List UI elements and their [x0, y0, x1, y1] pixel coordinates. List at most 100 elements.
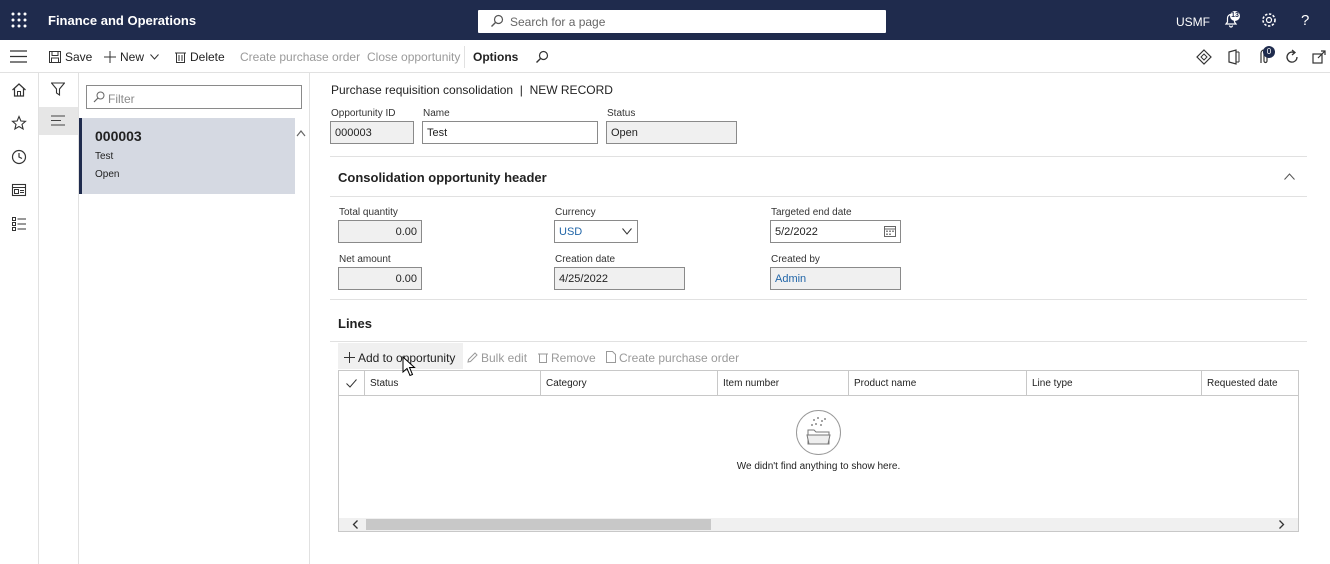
workspaces-icon[interactable]	[11, 182, 27, 198]
empty-state-message: We didn't find anything to show here.	[736, 461, 901, 472]
empty-folder-icon	[796, 410, 841, 455]
calendar-icon[interactable]	[884, 225, 896, 237]
bulk-edit-label: Bulk edit	[481, 351, 528, 365]
plus-icon	[104, 51, 116, 63]
creation-date-label: Creation date	[555, 254, 616, 265]
modules-list-icon[interactable]	[11, 216, 27, 232]
currency-value: USD	[559, 226, 583, 238]
settings-gear-icon[interactable]	[1260, 11, 1278, 29]
lines-title[interactable]: Lines	[338, 316, 372, 331]
column-header-status[interactable]: Status	[365, 371, 541, 396]
filter-input[interactable]: Filter	[86, 85, 302, 109]
search-icon	[93, 91, 105, 103]
column-header-requested-date[interactable]: Requested date	[1202, 371, 1298, 396]
create-purchase-order-button[interactable]: Create purchase order	[240, 50, 360, 64]
section-divider	[330, 299, 1307, 300]
attachment-count-badge: 0	[1263, 46, 1275, 58]
trash-icon	[175, 52, 186, 63]
targeted-end-date-label: Targeted end date	[771, 207, 852, 218]
column-header-product-name[interactable]: Product name	[849, 371, 1027, 396]
column-header-category[interactable]: Category	[541, 371, 718, 396]
save-button[interactable]: Save	[49, 50, 92, 64]
action-pane: Save New Delete Create purchase order Cl…	[0, 40, 1330, 73]
column-header-line-type[interactable]: Line type	[1027, 371, 1202, 396]
recent-clock-icon[interactable]	[11, 149, 27, 165]
details-pane: Purchase requisition consolidation | NEW…	[310, 73, 1330, 564]
app-launcher-icon[interactable]	[10, 11, 28, 29]
chevron-down-icon	[622, 228, 632, 235]
list-lines-icon	[51, 115, 65, 126]
close-opportunity-button[interactable]: Close opportunity	[367, 50, 460, 64]
name-field[interactable]: Test	[422, 121, 598, 144]
grid-header: Status Category Item number Product name…	[339, 371, 1298, 396]
creation-date-field[interactable]: 4/25/2022	[554, 267, 685, 290]
scroll-up-chevron-icon[interactable]	[296, 129, 306, 137]
checkmark-icon	[346, 379, 357, 388]
bulk-edit-button[interactable]: Bulk edit	[467, 351, 527, 365]
chevron-up-icon[interactable]	[1284, 173, 1295, 180]
document-icon	[606, 351, 616, 363]
created-by-label: Created by	[771, 254, 820, 265]
net-amount-field[interactable]: 0.00	[338, 267, 422, 290]
page-search-input[interactable]: Search for a page	[478, 10, 886, 33]
save-icon	[49, 51, 61, 63]
open-new-window-icon[interactable]	[1312, 49, 1326, 65]
created-by-field[interactable]: Admin	[770, 267, 901, 290]
delete-button[interactable]: Delete	[175, 50, 225, 64]
list-item[interactable]: 000003 Test Open	[79, 118, 295, 194]
refresh-icon[interactable]	[1284, 49, 1300, 65]
search-icon	[491, 14, 504, 27]
name-label: Name	[423, 108, 450, 119]
home-icon[interactable]	[11, 82, 27, 98]
filter-funnel-icon[interactable]	[51, 82, 65, 96]
scroll-right-icon[interactable]	[1277, 520, 1286, 529]
power-apps-icon[interactable]	[1196, 49, 1212, 65]
total-quantity-label: Total quantity	[339, 207, 398, 218]
notification-count-badge: 13	[1230, 11, 1240, 21]
remove-button[interactable]: Remove	[538, 351, 596, 365]
delete-label: Delete	[190, 50, 225, 64]
total-quantity-field[interactable]: 0.00	[338, 220, 422, 243]
opportunity-id-label: Opportunity ID	[331, 108, 396, 119]
record-name: Test	[95, 151, 114, 162]
options-tab[interactable]: Options	[473, 50, 518, 64]
currency-label: Currency	[555, 207, 596, 218]
search-placeholder: Search for a page	[510, 15, 606, 29]
scrollbar-thumb[interactable]	[366, 519, 711, 530]
currency-select[interactable]: USD	[554, 220, 638, 243]
favorites-star-icon[interactable]	[11, 115, 27, 131]
record-status: Open	[95, 169, 120, 180]
status-field[interactable]: Open	[606, 121, 737, 144]
net-amount-label: Net amount	[339, 254, 391, 265]
remove-label: Remove	[551, 351, 596, 365]
new-button[interactable]: New	[104, 50, 160, 64]
create-purchase-order-lines-button[interactable]: Create purchase order	[606, 351, 739, 365]
help-icon[interactable]: ?	[1301, 12, 1309, 29]
action-search-icon[interactable]	[535, 50, 549, 64]
pencil-icon	[467, 352, 478, 363]
navigation-pane	[0, 73, 39, 564]
trash-icon	[538, 353, 548, 363]
action-separator	[464, 46, 465, 68]
opportunity-id-field[interactable]: 000003	[330, 121, 414, 144]
top-bar: Finance and Operations Search for a page…	[0, 0, 1330, 40]
app-title[interactable]: Finance and Operations	[48, 13, 196, 28]
status-label: Status	[607, 108, 636, 119]
column-header-item-number[interactable]: Item number	[718, 371, 849, 396]
select-all-checkbox[interactable]	[339, 371, 365, 396]
record-id: 000003	[95, 128, 142, 144]
breadcrumb: Purchase requisition consolidation | NEW…	[331, 83, 613, 97]
section-divider	[330, 196, 1307, 197]
section-title[interactable]: Consolidation opportunity header	[338, 170, 547, 185]
company-picker[interactable]: USMF	[1176, 15, 1210, 29]
office-icon[interactable]	[1226, 49, 1242, 65]
scroll-left-icon[interactable]	[351, 520, 360, 529]
targeted-end-date-field[interactable]: 5/2/2022	[770, 220, 901, 243]
plus-icon	[344, 352, 355, 363]
mouse-cursor-icon	[402, 356, 416, 377]
hamburger-menu-icon[interactable]	[10, 50, 27, 63]
add-to-opportunity-button[interactable]: Add to opportunity	[344, 351, 455, 365]
horizontal-scrollbar[interactable]	[339, 518, 1298, 531]
lines-grid: Status Category Item number Product name…	[338, 370, 1299, 532]
records-list: Filter 000003 Test Open	[79, 73, 310, 564]
